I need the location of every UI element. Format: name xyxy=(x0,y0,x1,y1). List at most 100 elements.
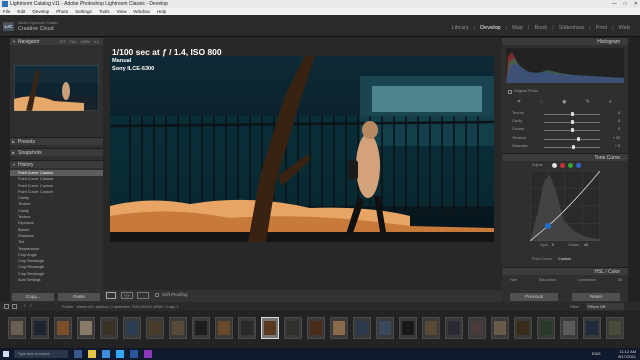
navigator-preview[interactable] xyxy=(14,65,99,111)
green-channel-icon[interactable] xyxy=(568,163,573,168)
taskbar-clock[interactable]: 11:12 AM 8/17/2021 xyxy=(618,349,636,359)
slider-track[interactable] xyxy=(544,139,600,140)
filmstrip-thumbnail[interactable] xyxy=(422,317,440,339)
tone-curve-editor[interactable] xyxy=(530,171,600,241)
language-indicator[interactable]: ENG xyxy=(592,351,601,356)
filmstrip-thumbnail[interactable] xyxy=(376,317,394,339)
app-icon[interactable] xyxy=(144,350,152,358)
paste-button[interactable]: Paste xyxy=(58,293,100,301)
filmstrip-thumbnail[interactable] xyxy=(445,317,463,339)
windows-start-icon[interactable] xyxy=(3,351,9,357)
menu-view[interactable]: View xyxy=(117,8,127,15)
filmstrip-thumbnail[interactable] xyxy=(77,317,95,339)
filmstrip-thumbnail[interactable] xyxy=(192,317,210,339)
filmstrip-thumbnail[interactable] xyxy=(399,317,417,339)
slider-knob[interactable] xyxy=(572,145,575,149)
nav-fit[interactable]: FIT xyxy=(60,38,65,46)
presets-header[interactable]: ▶ Presets xyxy=(10,137,103,145)
slider-knob[interactable] xyxy=(570,120,574,124)
slider-texture[interactable]: Texture 0 xyxy=(508,111,622,117)
filter-dropdown[interactable]: Filters Off xyxy=(586,303,624,310)
slider-value[interactable]: 0 xyxy=(618,119,620,123)
history-item[interactable]: Auto Settings xyxy=(10,277,103,283)
navigator-header[interactable]: ▼ Navigator FIT FILL 100% 1:1 xyxy=(10,37,103,45)
before-after-menu-icon[interactable] xyxy=(137,292,149,299)
right-panel-edge[interactable] xyxy=(628,37,640,302)
photo-preview[interactable] xyxy=(110,56,494,242)
module-web[interactable]: Web xyxy=(619,25,630,31)
filmstrip-thumbnail[interactable] xyxy=(146,317,164,339)
taskbar-search[interactable]: Type here to search xyxy=(14,350,68,358)
original-photo-checkbox[interactable] xyxy=(508,90,512,94)
slider-value[interactable]: + 5 xyxy=(615,144,620,148)
red-eye-icon[interactable]: ◉ xyxy=(562,99,566,107)
menu-photo[interactable]: Photo xyxy=(56,8,68,15)
lightroom-taskbar-icon[interactable] xyxy=(116,350,124,358)
slider-knob[interactable] xyxy=(570,112,574,116)
module-map[interactable]: Map xyxy=(512,25,523,31)
filmstrip-source-info[interactable]: Folder : street 421 photos / 1 selected … xyxy=(62,302,178,311)
filmstrip-thumbnail[interactable] xyxy=(215,317,233,339)
filmstrip-thumbnail[interactable] xyxy=(284,317,302,339)
filmstrip-thumbnail[interactable] xyxy=(491,317,509,339)
filmstrip-thumbnail[interactable] xyxy=(537,317,555,339)
before-after-icon[interactable]: Y|Y xyxy=(121,292,133,299)
module-slideshow[interactable]: Slideshow xyxy=(559,25,585,31)
module-develop[interactable]: Develop xyxy=(480,25,501,31)
crop-icon[interactable]: ⌗ xyxy=(518,99,521,107)
red-channel-icon[interactable] xyxy=(560,163,565,168)
word-icon[interactable] xyxy=(130,350,138,358)
browser-icon[interactable] xyxy=(102,350,110,358)
histogram-header[interactable]: Histogram xyxy=(502,37,628,45)
rgb-channel-icon[interactable] xyxy=(552,163,557,168)
tab-saturation[interactable]: Saturation xyxy=(539,278,556,282)
secondary-display-icon[interactable] xyxy=(12,304,17,309)
previous-button[interactable]: Previous xyxy=(510,293,558,301)
filmstrip-thumbnail[interactable] xyxy=(330,317,348,339)
copy-button[interactable]: Copy... xyxy=(12,293,54,301)
brush-icon[interactable]: ✎ xyxy=(586,99,590,107)
slider-value[interactable]: + 20 xyxy=(613,136,620,140)
slider-value[interactable]: 0 xyxy=(618,127,620,131)
slider-value[interactable]: 0 xyxy=(618,111,620,115)
maximize-button[interactable]: □ xyxy=(624,0,627,8)
menu-edit[interactable]: Edit xyxy=(17,8,25,15)
nav-1to1[interactable]: 1:1 xyxy=(94,38,99,46)
slider-saturation[interactable]: Saturation + 5 xyxy=(508,144,622,150)
nav-fill[interactable]: FILL xyxy=(70,38,77,46)
menu-tools[interactable]: Tools xyxy=(99,8,110,15)
close-button[interactable]: ✕ xyxy=(634,0,638,8)
slider-knob[interactable] xyxy=(577,137,580,141)
menu-settings[interactable]: Settings xyxy=(75,8,92,15)
filmstrip-thumbnail[interactable] xyxy=(261,317,279,339)
loupe-view-icon[interactable] xyxy=(106,292,116,299)
slider-knob[interactable] xyxy=(570,128,574,132)
menu-file[interactable]: File xyxy=(3,8,10,15)
menu-help[interactable]: Help xyxy=(157,8,166,15)
spot-removal-icon[interactable]: ◌ xyxy=(540,99,543,107)
filmstrip-thumbnail[interactable] xyxy=(123,317,141,339)
slider-dehaze[interactable]: Dehaze 0 xyxy=(508,127,622,133)
filmstrip-thumbnail[interactable] xyxy=(100,317,118,339)
history-header[interactable]: ▼ History xyxy=(10,160,103,168)
left-panel-edge[interactable] xyxy=(0,37,10,302)
point-curve-dropdown[interactable]: Custom xyxy=(558,257,571,261)
filmstrip-thumbnail[interactable] xyxy=(54,317,72,339)
filmstrip-thumbnail[interactable] xyxy=(238,317,256,339)
module-print[interactable]: Print xyxy=(596,25,608,31)
soft-proofing-checkbox[interactable] xyxy=(155,293,159,297)
module-library[interactable]: Library xyxy=(452,25,469,31)
grid-view-icon[interactable] xyxy=(4,304,9,309)
file-explorer-icon[interactable] xyxy=(88,350,96,358)
snapshots-header[interactable]: ▶ Snapshots xyxy=(10,148,103,156)
blue-channel-icon[interactable] xyxy=(576,163,581,168)
histogram-chart[interactable] xyxy=(506,48,624,83)
slider-vibrance[interactable]: Vibrance + 20 xyxy=(508,136,622,142)
filmstrip-thumbnail[interactable] xyxy=(583,317,601,339)
menu-develop[interactable]: Develop xyxy=(32,8,49,15)
filmstrip-thumbnail[interactable] xyxy=(606,317,624,339)
menu-window[interactable]: Window xyxy=(133,8,149,15)
filmstrip-thumbnail[interactable] xyxy=(514,317,532,339)
filmstrip-thumbnail[interactable] xyxy=(31,317,49,339)
reset-button[interactable]: Reset xyxy=(572,293,620,301)
